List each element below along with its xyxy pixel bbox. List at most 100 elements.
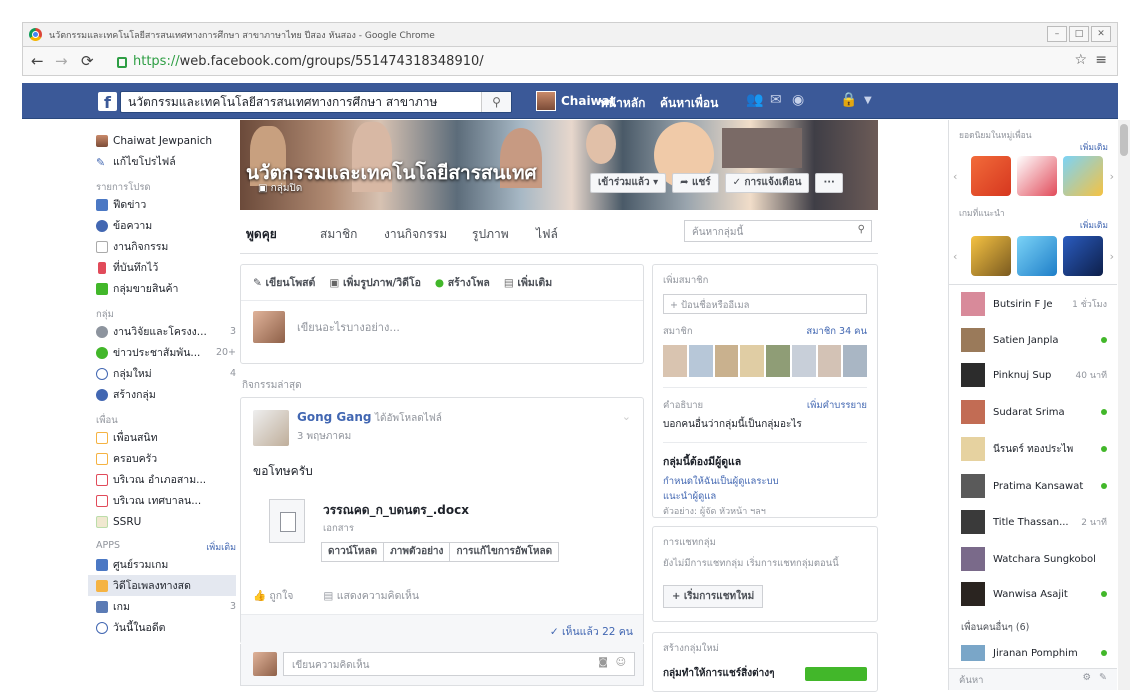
preview-button[interactable]: ภาพตัวอย่าง (383, 542, 451, 562)
search-icon[interactable]: ⚲ (481, 92, 511, 112)
page-scrollbar[interactable] (1118, 120, 1130, 690)
add-description-link[interactable]: เพิ่มคำบรรยาย (807, 398, 867, 413)
chat-contact[interactable]: Butsirin F Je 1 ชั่วโมง (961, 292, 1107, 316)
post-options-chevron-icon[interactable]: ⌄ (622, 410, 631, 423)
close-window-button[interactable]: ✕ (1091, 26, 1111, 42)
download-button[interactable]: ดาวน์โหลด (321, 542, 385, 562)
write-post-tab[interactable]: ✎ เขียนโพสต์ (253, 274, 315, 291)
sidebar-profile[interactable]: Chaiwat Jewpanich (96, 130, 236, 151)
apps-more-link[interactable]: เพิ่มเติม (206, 540, 236, 554)
member-photo[interactable] (817, 345, 842, 377)
suggest-admin-link[interactable]: แนะนำผู้ดูแล (663, 489, 867, 504)
file-name[interactable]: วรรณคด_ก_บดนตร_.docx (323, 501, 469, 520)
sidebar-item-app[interactable]: ศูนย์รวมเกม (96, 554, 236, 575)
group-search-input[interactable]: ค้นหากลุ่มนี้ ⚲ (684, 220, 872, 242)
sidebar-item-friend-list[interactable]: SSRU (96, 511, 236, 532)
emoji-icon[interactable]: ☺ (616, 657, 626, 668)
sidebar-item-friend-list[interactable]: บริเวณ เทศบาลน... (96, 490, 236, 511)
carousel-next-icon[interactable]: › (1110, 250, 1114, 263)
carousel-prev-icon[interactable]: ‹ (953, 170, 957, 183)
sidebar-item-group[interactable]: ข่าวประชาสัมพัน... 20+ (96, 342, 236, 363)
game-tile[interactable] (1017, 156, 1057, 196)
fb-search-input[interactable]: นวัตกรรมและเทคโนโลยีสารสนเทศทางการศึกษา … (120, 91, 512, 113)
chat-contact[interactable]: Jiranan Pomphim (961, 645, 1107, 661)
chrome-menu-icon[interactable]: ≡ (1095, 52, 1107, 68)
revisions-button[interactable]: การแก้ไขการอัพโหลด (449, 542, 560, 562)
sidebar-item-saved[interactable]: ที่บันทึกไว้ (96, 257, 236, 278)
chat-contact[interactable]: Satien Janpla (961, 328, 1107, 352)
forward-button[interactable]: → (55, 52, 68, 70)
games2-more-link[interactable]: เพิ่มเติม (1080, 218, 1108, 232)
privacy-icon[interactable]: 🔒 (840, 92, 857, 108)
minimize-button[interactable]: – (1047, 26, 1067, 42)
tab-events[interactable]: งานกิจกรรม (384, 225, 447, 244)
like-button[interactable]: 👍 ถูกใจ (253, 587, 293, 604)
sidebar-edit-profile[interactable]: ✎ แก้ไขโปรไฟล์ (96, 151, 236, 172)
sidebar-item-friend-list[interactable]: บริเวณ อำเภอสาม... (96, 469, 236, 490)
member-photo[interactable] (791, 345, 816, 377)
avatar[interactable] (253, 410, 289, 446)
tab-files[interactable]: ไฟล์ (536, 225, 558, 244)
maximize-button[interactable]: □ (1069, 26, 1089, 42)
post-author[interactable]: Gong Gang (297, 410, 371, 424)
account-menu-chevron-icon[interactable]: ▼ (864, 95, 872, 106)
make-admin-link[interactable]: กำหนดให้ฉันเป็นผู้ดูแลระบบ (663, 474, 867, 489)
joined-button[interactable]: เข้าร่วมแล้ว ▾ (590, 173, 667, 193)
more-tab[interactable]: ▤ เพิ่มเติม (504, 274, 552, 291)
notifications-icon[interactable]: ◉ (792, 92, 804, 108)
create-poll-tab[interactable]: ● สร้างโพล (435, 274, 490, 291)
member-photo[interactable] (843, 345, 867, 377)
game-tile[interactable] (1063, 236, 1103, 276)
camera-icon[interactable]: ◙ (598, 657, 608, 668)
sidebar-item-app[interactable]: เกม 3 (96, 596, 236, 617)
game-tile[interactable] (1017, 236, 1057, 276)
sidebar-item-create-group[interactable]: สร้างกลุ่ม (96, 384, 236, 405)
comment-input[interactable]: เขียนความคิดเห็น ◙ ☺ (283, 652, 635, 676)
sidebar-item-group[interactable]: งานวิจัยและโครงง... 3 (96, 321, 236, 342)
composer-input[interactable]: เขียนอะไรบางอย่าง... (297, 318, 400, 336)
tab-photos[interactable]: รูปภาพ (472, 225, 509, 244)
game-tile[interactable] (971, 236, 1011, 276)
sidebar-item-friend-list[interactable]: เพื่อนสนิท (96, 427, 236, 448)
sidebar-item-group[interactable]: กลุ่มใหม่ 4 (96, 363, 236, 384)
carousel-next-icon[interactable]: › (1110, 170, 1114, 183)
tab-members[interactable]: สมาชิก (320, 225, 357, 244)
scrollbar-thumb[interactable] (1120, 124, 1128, 156)
chat-contact[interactable]: Watchara Sungkobol (961, 547, 1107, 571)
member-photo[interactable] (766, 345, 790, 377)
sidebar-item-news-feed[interactable]: ฟีดข่าว (96, 194, 236, 215)
bookmark-star-icon[interactable]: ☆ (1074, 52, 1087, 68)
games-more-link[interactable]: เพิ่มเติม (1080, 140, 1108, 154)
sidebar-item-app[interactable]: วันนี้ในอดีต (96, 617, 236, 638)
sidebar-item-friend-list[interactable]: ครอบครัว (96, 448, 236, 469)
reload-button[interactable]: ⟳ (81, 52, 94, 70)
settings-gear-icon[interactable]: ⚙ (1082, 672, 1091, 683)
url-field[interactable]: https://web.facebook.com/groups/55147431… (117, 52, 1067, 71)
more-options-button[interactable]: ··· (815, 173, 843, 193)
chat-contact[interactable]: Pratima Kansawat (961, 474, 1107, 498)
facebook-logo-icon[interactable]: f (98, 92, 117, 112)
game-tile[interactable] (1063, 156, 1103, 196)
sidebar-item-messages[interactable]: ข้อความ (96, 215, 236, 236)
share-button[interactable]: ➦ แชร์ (672, 173, 719, 193)
chat-contact[interactable]: Sudarat Srima (961, 400, 1107, 424)
comment-button[interactable]: ▤ แสดงความคิดเห็น (323, 587, 419, 604)
document-icon[interactable] (269, 499, 305, 543)
friend-requests-icon[interactable]: 👥 (746, 92, 763, 108)
chat-search-input[interactable]: ค้นหา ⚙ ✎ (949, 668, 1117, 690)
member-photo[interactable] (740, 345, 764, 377)
nav-find-friends[interactable]: ค้นหาเพื่อน (660, 94, 718, 113)
game-tile[interactable] (971, 156, 1011, 196)
search-icon[interactable]: ⚲ (858, 224, 865, 235)
sidebar-item-events[interactable]: งานกิจกรรม (96, 236, 236, 257)
carousel-prev-icon[interactable]: ‹ (953, 250, 957, 263)
seen-by-count[interactable]: ✓ เห็นแล้ว 22 คน (241, 614, 643, 644)
sidebar-item-app[interactable]: วิดีโอเพลงทางสด (88, 575, 236, 596)
member-photo[interactable] (663, 345, 687, 377)
tab-discussion[interactable]: พูดคุย (246, 225, 277, 244)
create-group-button[interactable] (805, 666, 867, 681)
add-photo-tab[interactable]: ▣ เพิ่มรูปภาพ/วิดีโอ (329, 274, 421, 291)
other-friends-label[interactable]: เพื่อนคนอื่นๆ (6) (961, 620, 1029, 635)
nav-home[interactable]: หน้าหลัก (600, 94, 645, 113)
chat-contact[interactable]: Title Thassan... 2 นาที (961, 510, 1107, 534)
